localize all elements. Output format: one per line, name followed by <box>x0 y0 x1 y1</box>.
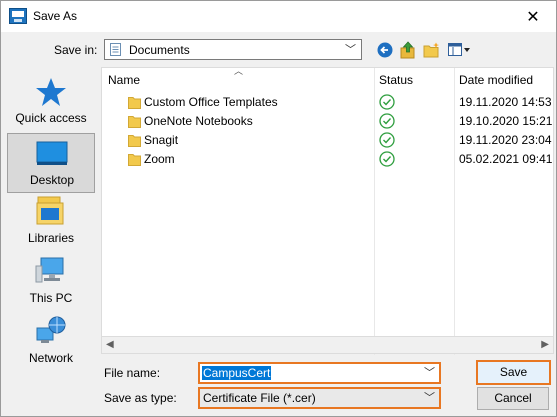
close-button[interactable]: ✕ <box>510 1 556 32</box>
folder-icon <box>128 97 141 109</box>
save-as-type-label: Save as type: <box>104 391 177 405</box>
star-icon <box>36 78 66 106</box>
desktop-icon <box>36 141 68 165</box>
file-name: Custom Office Templates <box>144 95 278 109</box>
save-as-dialog: Save As ✕ Save in: Documents ﹀ Quick acc… <box>0 0 557 417</box>
back-arrow-icon <box>377 42 393 58</box>
sync-ok-icon <box>379 151 395 167</box>
column-header-date[interactable]: Date modified <box>459 73 533 87</box>
place-label: This PC <box>29 291 73 305</box>
place-this-pc[interactable]: This PC <box>7 253 95 313</box>
save-as-type-dropdown[interactable]: Certificate File (*.cer) ﹀ <box>198 387 441 409</box>
place-label: Quick access <box>15 111 87 125</box>
file-date: 19.11.2020 23:04 <box>459 133 552 147</box>
place-quick-access[interactable]: Quick access <box>7 73 95 133</box>
column-header-status[interactable]: Status <box>379 73 413 87</box>
folder-icon <box>128 135 141 147</box>
horizontal-scrollbar[interactable]: ◀ ▶ <box>101 336 554 354</box>
view-menu-button[interactable] <box>447 40 473 60</box>
save-as-type-value: Certificate File (*.cer) <box>203 391 316 405</box>
file-name: Zoom <box>144 152 175 166</box>
file-name-input[interactable]: CampusCert ﹀ <box>198 362 441 384</box>
file-name-value: CampusCert <box>202 366 272 380</box>
sync-ok-icon <box>379 132 395 148</box>
file-name-label: File name: <box>104 366 161 380</box>
save-in-label: Save in: <box>54 43 98 57</box>
close-icon: ✕ <box>526 8 540 26</box>
sync-ok-icon <box>379 94 395 110</box>
column-header-name[interactable]: Name <box>108 73 140 87</box>
place-network[interactable]: Network <box>7 313 95 373</box>
list-item[interactable]: Zoom 05.02.2021 09:41 <box>102 150 553 169</box>
place-label: Libraries <box>27 231 75 245</box>
new-folder-button[interactable] <box>422 40 442 60</box>
list-item[interactable]: Snagit 19.11.2020 23:04 <box>102 131 553 150</box>
chevron-down-icon[interactable]: ﹀ <box>424 364 435 380</box>
sync-ok-icon <box>379 113 395 129</box>
cancel-button[interactable]: Cancel <box>477 387 549 410</box>
place-libraries[interactable]: Libraries <box>7 193 95 253</box>
up-folder-icon <box>400 41 415 59</box>
save-button[interactable]: Save <box>476 360 551 385</box>
file-name: Snagit <box>144 133 179 147</box>
place-desktop[interactable]: Desktop <box>7 133 95 193</box>
folder-icon <box>128 116 141 128</box>
scroll-right-icon[interactable]: ▶ <box>541 339 549 350</box>
save-in-dropdown[interactable]: Documents ﹀ <box>104 39 362 60</box>
file-date: 19.10.2020 15:21 <box>459 114 553 128</box>
view-menu-icon <box>448 43 470 56</box>
file-list: ︿ Name Status Date modified Custom Offic… <box>101 66 554 355</box>
sort-caret-icon: ︿ <box>234 66 244 76</box>
place-label: Desktop <box>29 173 75 187</box>
chevron-down-icon: ﹀ <box>424 392 435 404</box>
up-folder-button[interactable] <box>399 40 417 60</box>
file-date: 19.11.2020 14:53 <box>459 95 552 109</box>
list-item[interactable]: Custom Office Templates 19.11.2020 14:53 <box>102 93 553 112</box>
libraries-icon <box>36 196 64 225</box>
list-item[interactable]: OneNote Notebooks 19.10.2020 15:21 <box>102 112 553 131</box>
place-label: Network <box>28 351 73 365</box>
file-date: 05.02.2021 09:41 <box>459 152 553 166</box>
new-folder-icon <box>423 42 439 58</box>
back-button[interactable] <box>376 40 394 60</box>
network-icon <box>36 316 66 343</box>
computer-icon <box>35 257 64 283</box>
chevron-down-icon: ﹀ <box>345 44 356 56</box>
save-in-value: Documents <box>129 43 190 57</box>
save-as-app-icon <box>9 8 27 24</box>
title-bar: Save As ✕ <box>1 1 556 32</box>
file-name: OneNote Notebooks <box>144 114 253 128</box>
folder-icon <box>128 154 141 166</box>
places-bar: Quick access Desktop Libraries This PC N… <box>7 67 95 374</box>
window-title: Save As <box>33 9 78 23</box>
scroll-left-icon[interactable]: ◀ <box>106 339 114 350</box>
documents-icon <box>110 43 121 56</box>
